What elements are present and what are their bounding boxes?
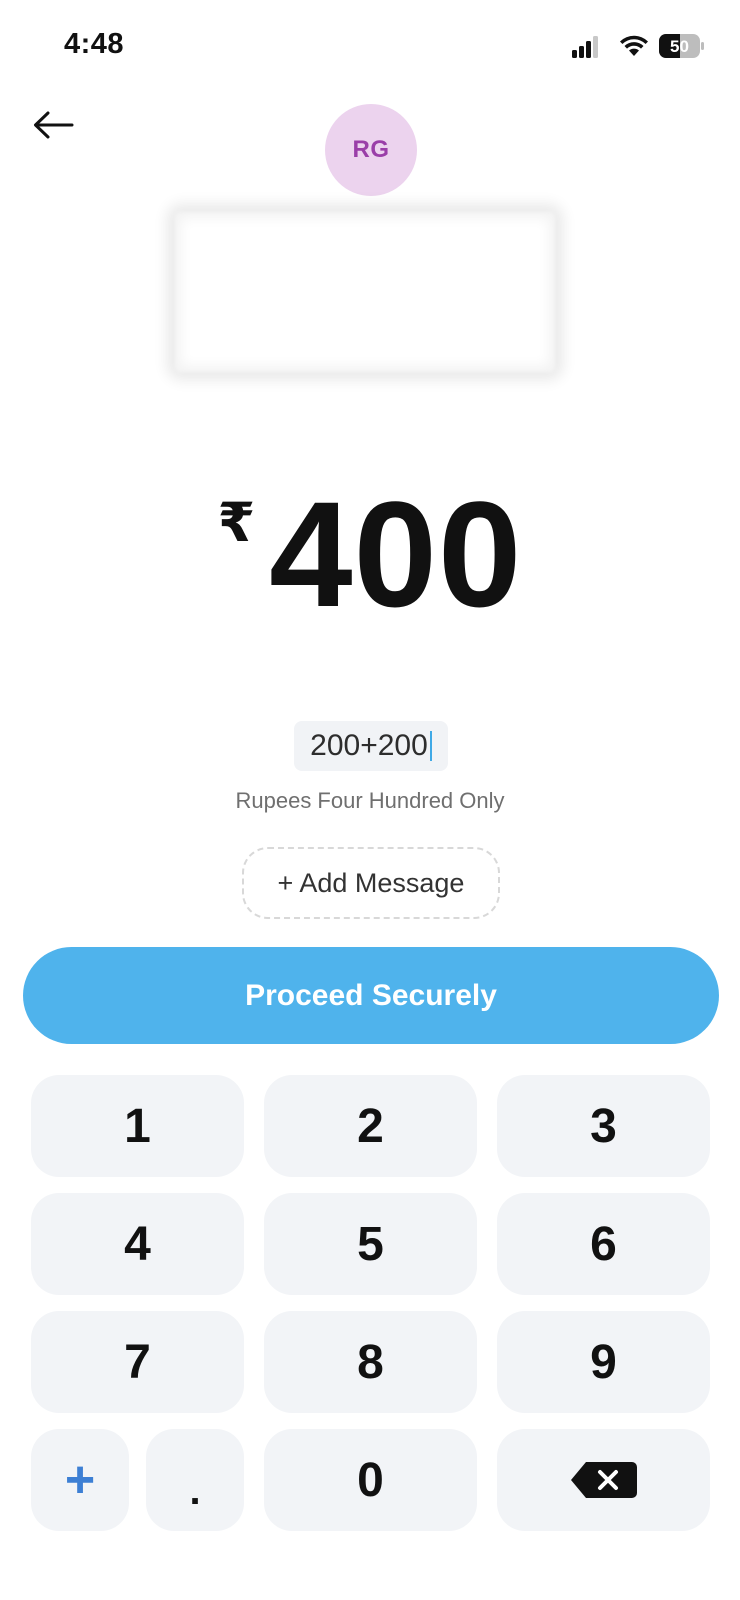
cellular-signal-icon — [572, 36, 598, 58]
keypad-key-7[interactable]: 7 — [31, 1311, 244, 1413]
recipient-avatar: RG — [325, 104, 417, 196]
amount-value: 400 — [269, 470, 523, 638]
proceed-securely-button[interactable]: Proceed Securely — [23, 947, 719, 1044]
rupee-symbol: ₹ — [217, 493, 256, 553]
keypad-backspace-key[interactable] — [497, 1429, 710, 1531]
amount-expression-text: 200+200 — [310, 729, 428, 762]
keypad-key-4[interactable]: 4 — [31, 1193, 244, 1295]
keypad-key-1[interactable]: 1 — [31, 1075, 244, 1177]
backspace-icon — [570, 1462, 637, 1498]
keypad-key-0[interactable]: 0 — [264, 1429, 477, 1531]
amount-display: ₹ 400 — [0, 470, 740, 638]
back-button[interactable] — [30, 108, 76, 142]
wifi-icon — [620, 35, 648, 56]
keypad-key-6[interactable]: 6 — [497, 1193, 710, 1295]
keypad-key-9[interactable]: 9 — [497, 1311, 710, 1413]
keypad-key-plus[interactable]: + — [31, 1429, 129, 1531]
keypad-key-5[interactable]: 5 — [264, 1193, 477, 1295]
keypad-key-8[interactable]: 8 — [264, 1311, 477, 1413]
text-caret — [429, 731, 432, 761]
battery-level: 50 — [670, 37, 689, 56]
battery-icon: 50 — [659, 34, 704, 58]
keypad-dot-label: . — [189, 1468, 201, 1513]
status-time: 4:48 — [64, 28, 125, 60]
add-message-button[interactable]: + Add Message — [242, 847, 500, 919]
amount-expression-input[interactable]: 200+200 — [294, 721, 448, 771]
keypad-key-3[interactable]: 3 — [497, 1075, 710, 1177]
keypad-key-2[interactable]: 2 — [264, 1075, 477, 1177]
arrow-left-icon — [34, 111, 74, 139]
recipient-details-redacted — [175, 212, 555, 372]
keypad-key-dot[interactable]: . — [146, 1429, 244, 1531]
amount-in-words: Rupees Four Hundred Only — [235, 788, 505, 813]
